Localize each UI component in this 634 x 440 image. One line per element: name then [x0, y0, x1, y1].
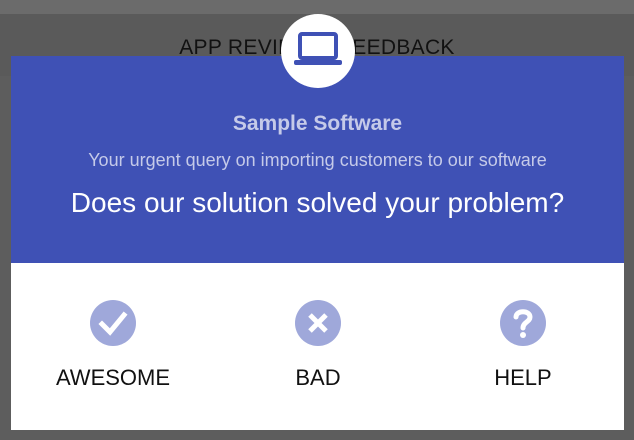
awesome-option-label: AWESOME [55, 365, 171, 390]
bad-option-label: BAD [295, 365, 341, 390]
question-icon [500, 300, 546, 346]
help-option-label: HELP [494, 365, 552, 390]
bad-option-button[interactable]: BAD [238, 300, 398, 391]
app-name: Sample Software [232, 112, 403, 135]
dialog-subtitle: Your urgent query on importing customers… [88, 150, 547, 170]
help-option-button[interactable]: HELP [443, 300, 603, 391]
laptop-icon [294, 32, 342, 65]
check-icon [90, 300, 136, 346]
x-icon [295, 300, 341, 346]
dialog-question: Does our solution solved your problem? [70, 187, 565, 218]
awesome-option-button[interactable]: AWESOME [33, 300, 193, 391]
app-icon-badge [281, 14, 355, 88]
status-bar [0, 0, 634, 14]
